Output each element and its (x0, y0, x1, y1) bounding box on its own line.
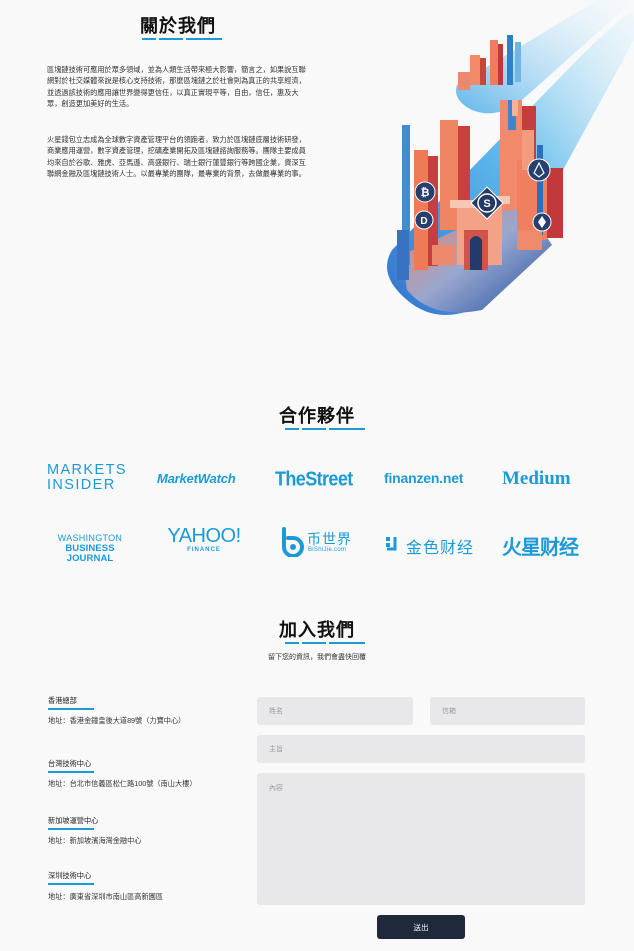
office-name-sz: 深圳技術中心 (48, 871, 92, 880)
bishijie-logo[interactable]: 币世界 BiShiJie.com (278, 527, 358, 557)
partners-title-underline (285, 428, 365, 430)
washington-business-journal-logo[interactable]: WASHINGTON BUSINESS JOURNAL (48, 533, 132, 565)
office-address-tw: 地址：台北市信義區松仁路100號（南山大樓） (48, 779, 197, 788)
markets-insider-logo[interactable]: MARKETS INSIDER (47, 463, 127, 493)
bitcoin-icon: ₿ (414, 181, 436, 203)
about-title-underline (142, 38, 222, 40)
dash-icon: D (414, 210, 434, 230)
about-title: 關於我們 (140, 16, 216, 36)
blockchain-city-illustration: ₿ D S (372, 0, 634, 320)
jinse-name: 金色财经 (406, 540, 475, 557)
email-input[interactable] (430, 697, 585, 725)
about-paragraph-2: 火星錢包立志成為全球數字資產管理平台的領跑者，致力於區塊鏈底層技術研發，商業應用… (47, 135, 306, 178)
office-name-hk: 香港總部 (48, 696, 77, 705)
eos-icon (527, 158, 551, 182)
join-title: 加入我們 (279, 620, 355, 640)
name-input[interactable] (257, 697, 413, 725)
partners-title: 合作夥伴 (279, 406, 355, 426)
jinse-mark-icon (386, 537, 397, 551)
office-underline (48, 771, 94, 773)
markets-insider-line2: INSIDER (47, 477, 116, 493)
thestreet-logo[interactable]: TheStreet (275, 467, 353, 491)
office-underline (48, 883, 94, 885)
office-underline (48, 828, 94, 830)
about-paragraph-1: 區塊鏈技術可應用於眾多領域，並為人類生活帶來極大影響，簡言之，如果說互聯網對於社… (47, 65, 306, 108)
yahoo-finance-logo[interactable]: YAHOO! FINANCE (163, 525, 245, 554)
ethereum-icon (532, 212, 552, 232)
join-title-underline (285, 642, 365, 644)
subject-input[interactable] (257, 735, 585, 763)
huoxing-logo[interactable]: 火星财经 (502, 531, 579, 560)
office-address-sz: 地址：廣東省深圳市南山區高新園區 (48, 892, 164, 901)
wbj-line2: BUSINESS JOURNAL (65, 542, 115, 564)
office-underline (48, 708, 94, 710)
yahoo-line1: YAHOO! (167, 525, 241, 547)
marketwatch-logo[interactable]: MarketWatch (157, 471, 236, 486)
join-subtitle: 留下您的資訊，我們會盡快回覆 (268, 654, 366, 661)
office-name-sg: 新加坡運營中心 (48, 816, 99, 825)
office-name-tw: 台灣技術中心 (48, 759, 92, 768)
content-textarea[interactable] (257, 773, 585, 905)
office-address-sg: 地址：新加坡濱海灣金融中心 (48, 836, 142, 845)
markets-insider-line1: MARKETS (47, 462, 127, 478)
bishijie-mark-icon (282, 527, 304, 557)
svg-text:S: S (483, 198, 490, 210)
svg-text:₿: ₿ (421, 187, 430, 199)
medium-logo[interactable]: Medium (502, 468, 571, 490)
bishijie-domain: BiShiJie.com (308, 547, 347, 553)
bishijie-name: 币世界 (307, 531, 352, 547)
jinse-logo[interactable]: 金色财经 (384, 533, 484, 557)
office-address-hk: 地址：香港金鐘皇後大道89號（力寶中心） (48, 716, 186, 725)
wbj-line1: WASHINGTON (57, 533, 123, 543)
finanzen-logo[interactable]: finanzen.net (384, 470, 463, 486)
s-coin-icon: S (470, 186, 504, 220)
yahoo-line2: FINANCE (187, 547, 221, 553)
submit-button[interactable]: 送出 (377, 915, 465, 939)
svg-text:D: D (420, 216, 427, 227)
